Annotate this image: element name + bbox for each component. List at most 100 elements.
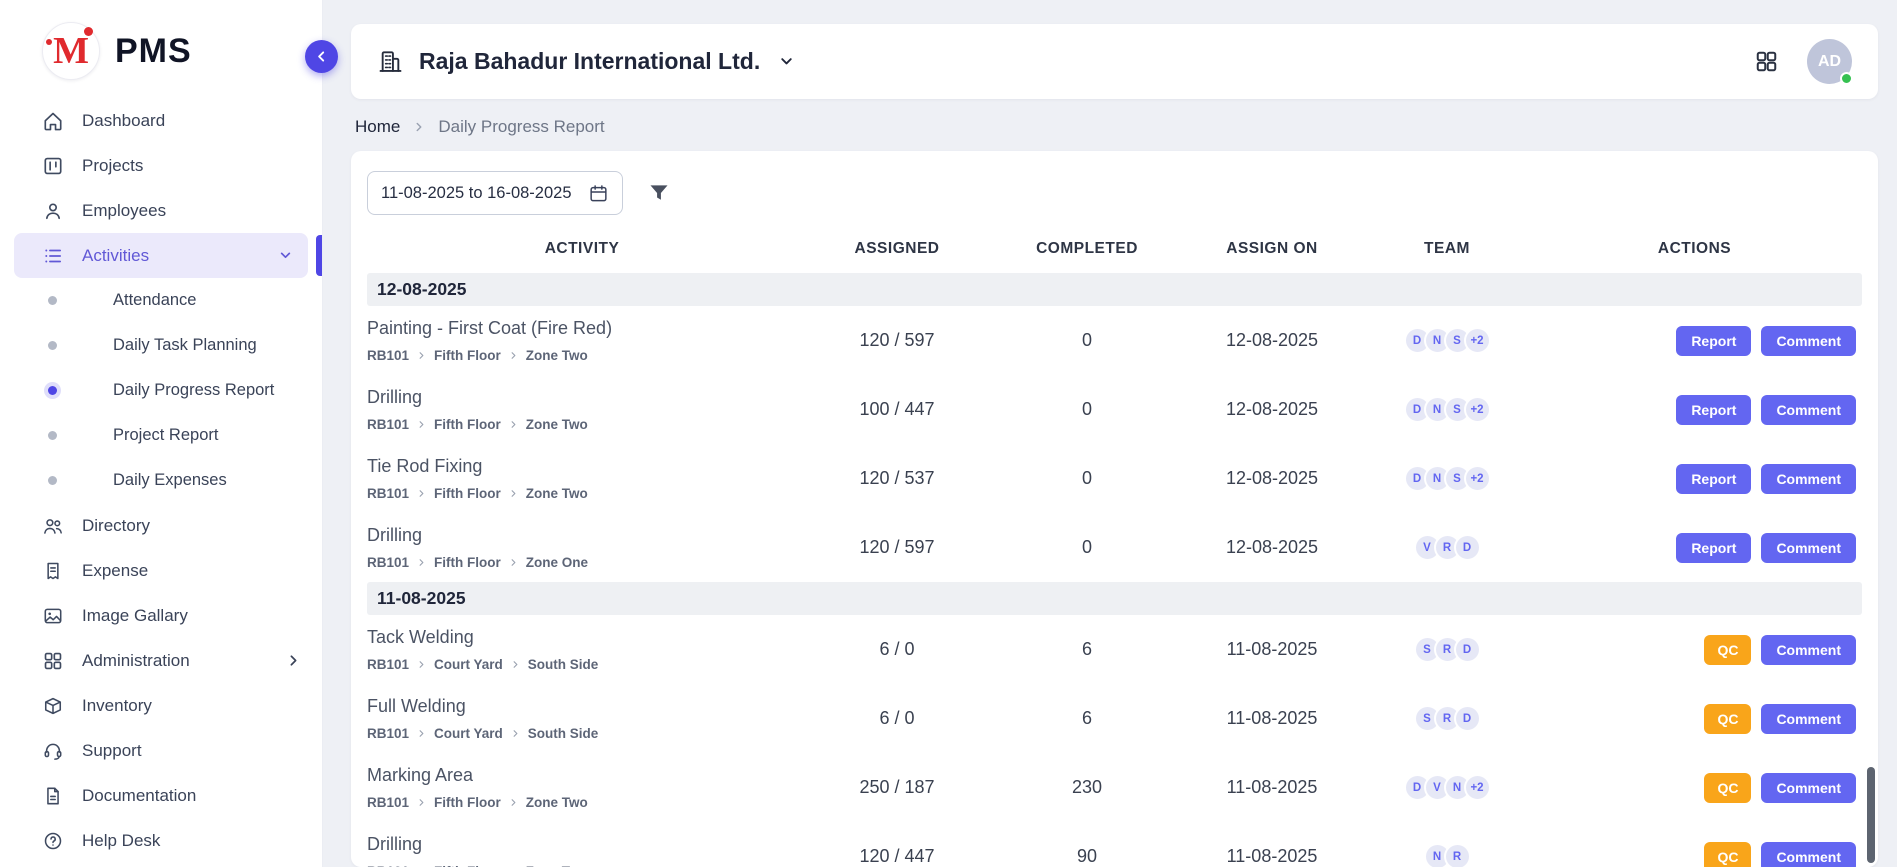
sidebar-item-label: Dashboard [82,111,165,131]
actions-cell: Report Comment [1527,326,1862,356]
expense-icon [42,560,64,582]
table-row: Full WeldingRB101Court YardSouth Side6 /… [367,684,1862,753]
breadcrumb-home-link[interactable]: Home [355,117,400,137]
qc-button[interactable]: QC [1704,635,1751,665]
chevron-right-icon [412,120,426,134]
path-segment: Court Yard [434,726,503,741]
sidebar-item-expense[interactable]: Expense [0,548,322,593]
filter-button[interactable] [647,181,671,205]
apps-grid-icon[interactable] [1754,49,1779,74]
table-row: Tack WeldingRB101Court YardSouth Side6 /… [367,615,1862,684]
team-cell: NR [1367,843,1527,867]
activity-title: Drilling [367,387,783,408]
activities-icon [42,245,64,267]
content-card: 11-08-2025 to 16-08-2025 ACTIVITY ASSIGN… [351,151,1878,867]
topbar: Raja Bahadur International Ltd. AD [351,24,1878,99]
report-button[interactable]: Report [1676,464,1751,494]
sidebar-item-support[interactable]: Support [0,728,322,773]
scrollbar-thumb[interactable] [1867,767,1875,863]
actions-cell: QC Comment [1527,635,1862,665]
table-row: Tie Rod FixingRB101Fifth FloorZone Two12… [367,444,1862,513]
inventory-icon [42,695,64,717]
team-member-avatar[interactable]: D [1454,636,1481,663]
sidebar-subitem-daily-task-planning[interactable]: Daily Task Planning [0,323,322,368]
completed-cell: 0 [997,468,1177,489]
comment-button[interactable]: Comment [1761,395,1856,425]
logo-badge-icon: M [42,22,100,80]
table-group-date: 12-08-2025 [367,273,1862,306]
qc-button[interactable]: QC [1704,773,1751,803]
sidebar-item-employees[interactable]: Employees [0,188,322,233]
sidebar-item-documentation[interactable]: Documentation [0,773,322,818]
team-member-avatar[interactable]: D [1454,705,1481,732]
sidebar-item-projects[interactable]: Projects [0,143,322,188]
date-range-input[interactable]: 11-08-2025 to 16-08-2025 [367,171,623,215]
column-header-activity: ACTIVITY [367,240,797,258]
filters-toolbar: 11-08-2025 to 16-08-2025 [367,171,1862,215]
sidebar-subitem-daily-progress-report[interactable]: Daily Progress Report [0,368,322,413]
documentation-icon [42,785,64,807]
table-row: Marking AreaRB101Fifth FloorZone Two250 … [367,753,1862,822]
path-segment: Zone Two [526,348,588,363]
activity-location-path: RB101Court YardSouth Side [367,657,783,672]
sidebar-item-dashboard[interactable]: Dashboard [0,98,322,143]
comment-button[interactable]: Comment [1761,464,1856,494]
sidebar-subitem-label: Daily Task Planning [113,336,257,355]
column-header-completed: COMPLETED [997,240,1177,258]
comment-button[interactable]: Comment [1761,773,1856,803]
team-member-avatar[interactable]: D [1454,534,1481,561]
sidebar-item-administration[interactable]: Administration [0,638,322,683]
path-segment: RB101 [367,486,409,501]
administration-icon [42,650,64,672]
comment-button[interactable]: Comment [1761,533,1856,563]
sidebar-item-inventory[interactable]: Inventory [0,683,322,728]
team-member-avatar[interactable]: R [1444,843,1471,867]
assign-on-cell: 12-08-2025 [1177,468,1367,489]
team-more-chip[interactable]: +2 [1464,774,1491,801]
comment-button[interactable]: Comment [1761,635,1856,665]
active-item-indicator [316,235,322,276]
brand-logo[interactable]: M PMS [0,0,322,94]
sidebar-item-help-desk[interactable]: Help Desk [0,818,322,863]
company-selector[interactable]: Raja Bahadur International Ltd. [377,48,796,75]
sidebar-item-image-gallary[interactable]: Image Gallary [0,593,322,638]
report-button[interactable]: Report [1676,533,1751,563]
sidebar-subitem-label: Project Report [113,426,218,445]
user-avatar[interactable]: AD [1807,39,1852,84]
comment-button[interactable]: Comment [1761,842,1856,867]
comment-button[interactable]: Comment [1761,704,1856,734]
team-more-chip[interactable]: +2 [1464,465,1491,492]
sidebar-collapse-button[interactable] [305,40,338,73]
qc-button[interactable]: QC [1704,704,1751,734]
breadcrumb-current: Daily Progress Report [438,117,604,137]
sidebar-item-activities[interactable]: Activities [14,233,308,278]
path-segment: RB101 [367,657,409,672]
completed-cell: 0 [997,330,1177,351]
activity-cell: Painting - First Coat (Fire Red)RB101Fif… [367,318,797,363]
app-root: M PMS Dashboard ProjectsEmployeesActiviti… [0,0,1897,867]
sidebar-subitem-attendance[interactable]: Attendance [0,278,322,323]
qc-button[interactable]: QC [1704,842,1751,867]
team-cell: DVN+2 [1367,774,1527,801]
team-more-chip[interactable]: +2 [1464,396,1491,423]
team-cell: VRD [1367,534,1527,561]
team-cell: SRD [1367,705,1527,732]
assigned-cell: 120 / 597 [797,537,997,558]
assign-on-cell: 12-08-2025 [1177,537,1367,558]
column-header-team: TEAM [1367,240,1527,258]
team-cell: DNS+2 [1367,465,1527,492]
sidebar-subitem-project-report[interactable]: Project Report [0,413,322,458]
activity-cell: Tack WeldingRB101Court YardSouth Side [367,627,797,672]
logo-dot-icon [46,39,52,45]
assign-on-cell: 11-08-2025 [1177,846,1367,867]
sidebar-item-label: Expense [82,561,148,581]
team-more-chip[interactable]: +2 [1464,327,1491,354]
assign-on-cell: 11-08-2025 [1177,639,1367,660]
sidebar-subitem-daily-expenses[interactable]: Daily Expenses [0,458,322,503]
comment-button[interactable]: Comment [1761,326,1856,356]
report-button[interactable]: Report [1676,326,1751,356]
path-segment: Fifth Floor [434,555,501,570]
report-button[interactable]: Report [1676,395,1751,425]
activity-location-path: RB101Fifth FloorZone Two [367,795,783,810]
sidebar-item-directory[interactable]: Directory [0,503,322,548]
